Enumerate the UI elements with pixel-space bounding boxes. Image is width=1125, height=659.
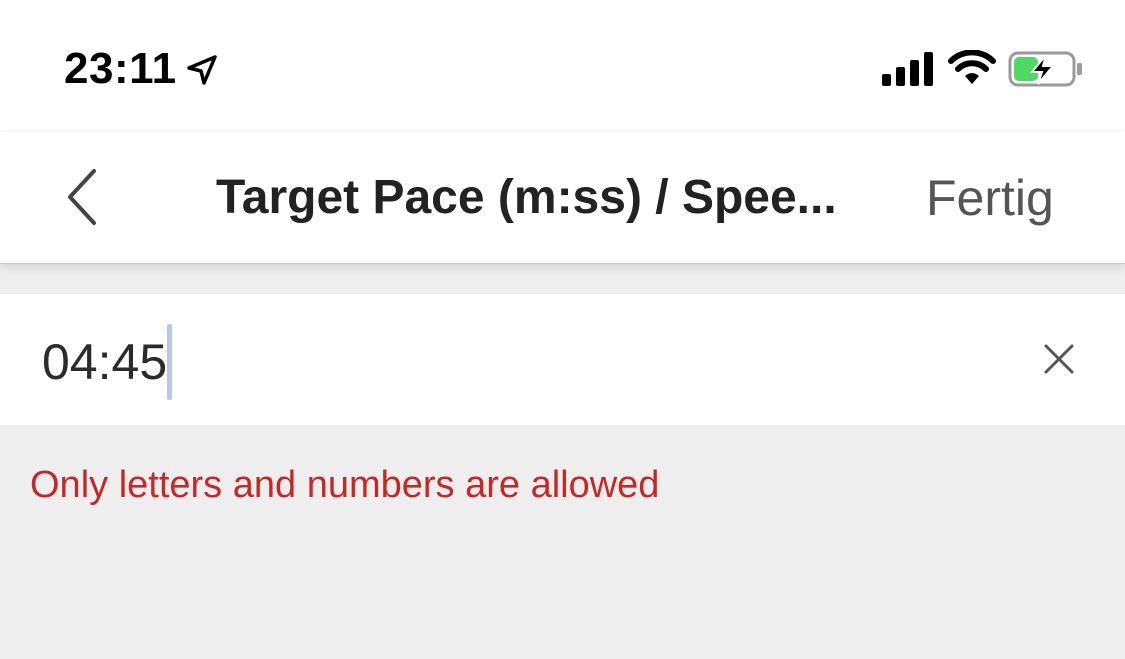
wifi-icon bbox=[948, 50, 996, 84]
done-button[interactable]: Fertig bbox=[926, 168, 1054, 228]
pace-input-row[interactable]: 04:45 bbox=[0, 294, 1125, 425]
chevron-left-icon bbox=[68, 169, 96, 225]
pace-input-value: 04:45 bbox=[42, 334, 168, 390]
location-arrow-icon bbox=[187, 55, 217, 85]
text-caret bbox=[167, 324, 173, 400]
back-button[interactable] bbox=[52, 162, 112, 232]
status-time: 23:11 bbox=[64, 44, 177, 93]
status-bar: 23:11 bbox=[0, 0, 1125, 132]
battery-charging-icon bbox=[1008, 51, 1082, 87]
nav-bar: Target Pace (m:ss) / Spee... Fertig bbox=[0, 132, 1125, 264]
validation-error: Only letters and numbers are allowed bbox=[30, 464, 660, 506]
page-title: Target Pace (m:ss) / Spee... bbox=[216, 171, 837, 224]
pace-input[interactable]: 04:45 bbox=[42, 324, 173, 400]
cellular-signal-icon bbox=[882, 52, 933, 86]
close-icon[interactable] bbox=[1034, 334, 1084, 384]
